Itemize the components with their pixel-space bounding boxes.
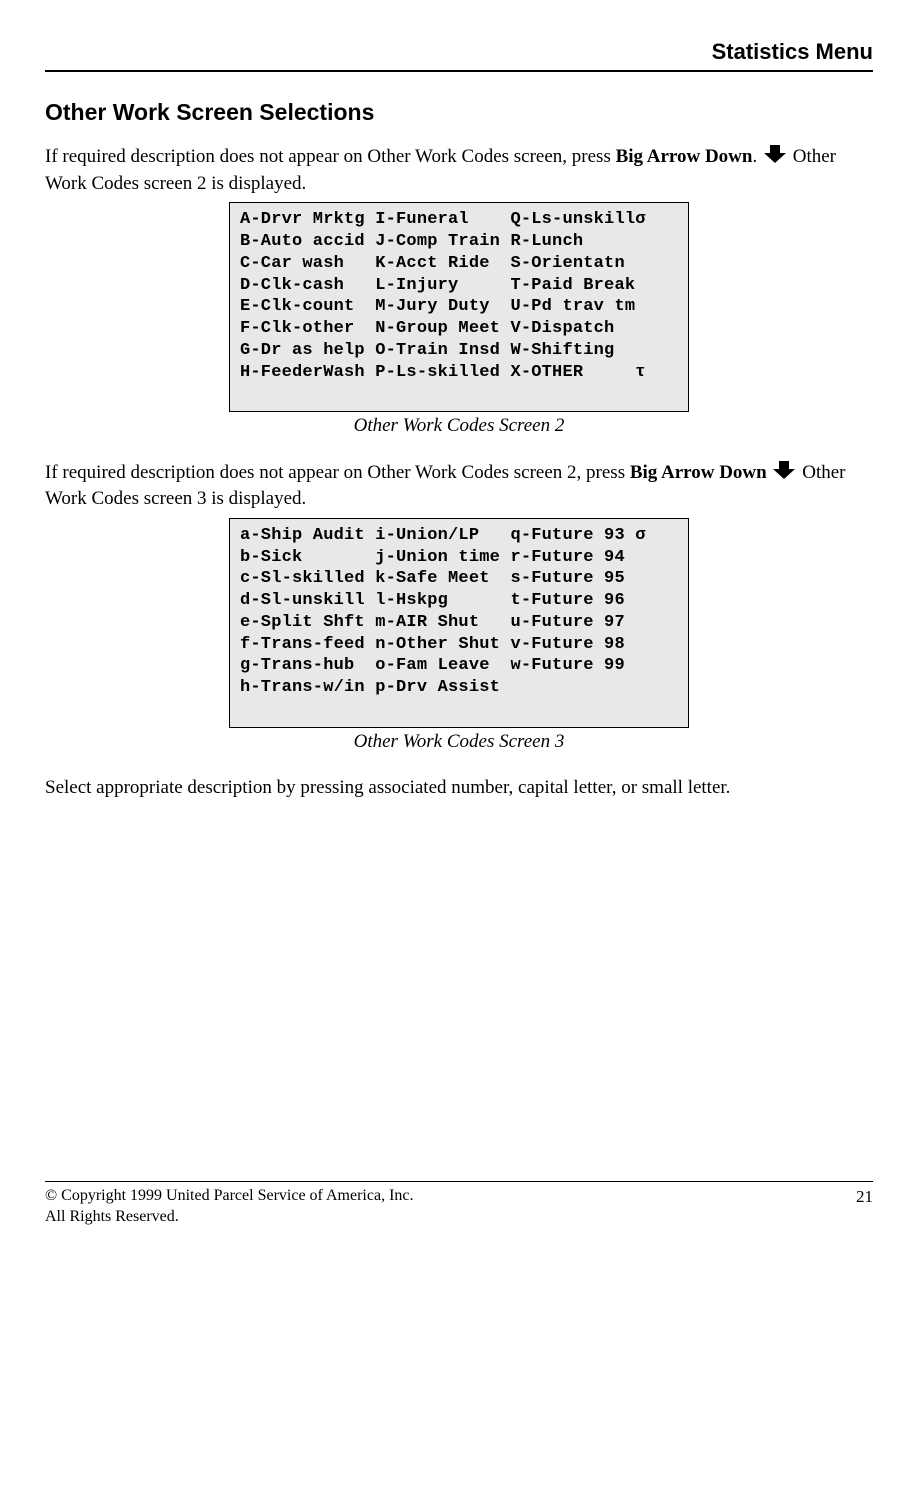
footer-rights: All Rights Reserved. bbox=[45, 1207, 414, 1228]
footer-copyright: © Copyright 1999 United Parcel Service o… bbox=[45, 1186, 414, 1207]
big-arrow-down-icon bbox=[762, 145, 788, 171]
header-rule bbox=[45, 70, 873, 72]
paragraph-3: Select appropriate description by pressi… bbox=[45, 775, 873, 801]
para1-text-a: If required description does not appear … bbox=[45, 146, 616, 167]
para1-bold: Big Arrow Down bbox=[616, 146, 753, 167]
paragraph-2: If required description does not appear … bbox=[45, 460, 873, 512]
page-footer: © Copyright 1999 United Parcel Service o… bbox=[45, 1181, 873, 1228]
paragraph-1: If required description does not appear … bbox=[45, 144, 873, 196]
section-heading: Other Work Screen Selections bbox=[45, 98, 873, 127]
screen-2-caption: Other Work Codes Screen 2 bbox=[45, 414, 873, 438]
screen-3-caption: Other Work Codes Screen 3 bbox=[45, 730, 873, 754]
para1-text-b: . bbox=[752, 146, 762, 167]
para2-bold: Big Arrow Down bbox=[630, 462, 767, 483]
page-header-title: Statistics Menu bbox=[45, 38, 873, 66]
para2-text-a: If required description does not appear … bbox=[45, 462, 630, 483]
footer-page-number: 21 bbox=[856, 1186, 873, 1228]
screen-2-box: A-Drvr Mrktg I-Funeral Q-Ls-unskillσ B-A… bbox=[229, 202, 689, 412]
screen-3-box: a-Ship Audit i-Union/LP q-Future 93 σ b-… bbox=[229, 518, 689, 728]
big-arrow-down-icon bbox=[771, 461, 797, 487]
footer-rule bbox=[45, 1181, 873, 1182]
